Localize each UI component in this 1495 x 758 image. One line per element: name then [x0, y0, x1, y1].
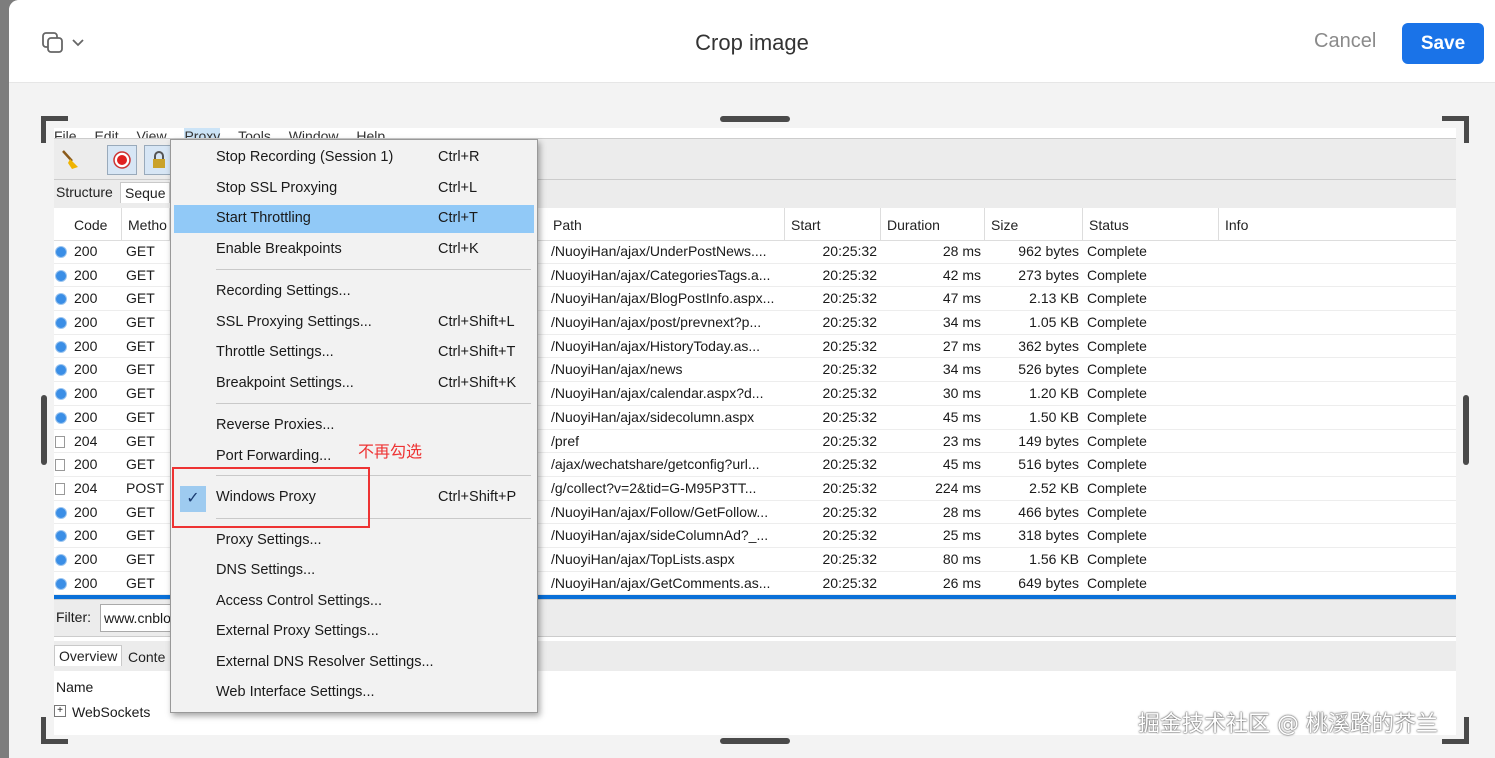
menu-item-stop-ssl-proxying[interactable]: Stop SSL Proxying Ctrl+L [174, 175, 534, 203]
menu-item-shortcut: Ctrl+R [438, 149, 480, 165]
watermark: 掘金技术社区 @ 桃溪路的芥兰 [1138, 712, 1438, 737]
crop-handle-top[interactable] [720, 116, 790, 122]
menu-item-label: Throttle Settings... [216, 344, 334, 360]
crop-handle-top-right[interactable] [1442, 116, 1469, 143]
menu-item-start-throttling[interactable]: Start Throttling Ctrl+T [174, 205, 534, 233]
save-button[interactable]: Save [1402, 23, 1484, 64]
menu-separator [216, 269, 531, 270]
menu-item-throttle-settings[interactable]: Throttle Settings... Ctrl+Shift+T [174, 339, 534, 367]
menu-item-label: Proxy Settings... [216, 532, 322, 548]
proxy-menu: Stop Recording (Session 1) Ctrl+R Stop SSL… [170, 139, 538, 713]
menu-item-proxy-settings[interactable]: Proxy Settings... [174, 527, 534, 555]
menu-item-label: Start Throttling [216, 210, 311, 226]
crop-handle-left[interactable] [41, 395, 47, 465]
crop-handle-right[interactable] [1463, 395, 1469, 465]
menu-item-label: External Proxy Settings... [216, 623, 379, 639]
menu-item-external-dns-resolver-settings[interactable]: External DNS Resolver Settings... [174, 649, 534, 677]
menu-item-shortcut: Ctrl+Shift+P [438, 489, 517, 505]
menu-item-label: Access Control Settings... [216, 593, 383, 609]
dialog-title: Crop image [695, 30, 809, 55]
menu-separator [216, 403, 531, 404]
crop-handle-bottom-right[interactable] [1442, 717, 1469, 744]
menu-item-shortcut: Ctrl+Shift+K [438, 375, 517, 391]
menu-item-dns-settings[interactable]: DNS Settings... [174, 557, 534, 585]
annotation-text: 不再勾选 [358, 442, 423, 461]
menu-item-recording-settings[interactable]: Recording Settings... [174, 278, 534, 306]
crop-handle-top-left[interactable] [41, 116, 68, 143]
menu-item-shortcut: Ctrl+T [438, 210, 478, 226]
cancel-button[interactable]: Cancel [1314, 30, 1376, 53]
menu-item-ssl-proxying-settings[interactable]: SSL Proxying Settings... Ctrl+Shift+L [174, 309, 534, 337]
menu-item-shortcut: Ctrl+Shift+L [438, 314, 515, 330]
menu-item-stop-recording-session-1[interactable]: Stop Recording (Session 1) Ctrl+R [174, 144, 534, 172]
menu-item-shortcut: Ctrl+K [438, 241, 479, 257]
menu-item-label: Recording Settings... [216, 283, 351, 299]
menu-item-shortcut: Ctrl+L [438, 180, 478, 196]
menu-item-external-proxy-settings[interactable]: External Proxy Settings... [174, 618, 534, 646]
menu-item-label: Port Forwarding... [216, 448, 332, 464]
menu-item-shortcut: Ctrl+Shift+T [438, 344, 516, 360]
menu-item-label: DNS Settings... [216, 562, 316, 578]
menu-item-web-interface-settings[interactable]: Web Interface Settings... [174, 679, 534, 707]
menu-item-access-control-settings[interactable]: Access Control Settings... [174, 588, 534, 616]
menu-item-label: Web Interface Settings... [216, 684, 375, 700]
crop-handle-bottom-left[interactable] [41, 717, 68, 744]
menu-item-label: External DNS Resolver Settings... [216, 654, 434, 670]
menu-item-label: Reverse Proxies... [216, 417, 335, 433]
menu-item-label: Enable Breakpoints [216, 241, 342, 257]
menu-item-label: Breakpoint Settings... [216, 375, 354, 391]
menu-item-label: Stop Recording (Session 1) [216, 149, 394, 165]
menu-item-reverse-proxies[interactable]: Reverse Proxies... [174, 412, 534, 440]
dialog-header: Crop image Cancel Save [9, 0, 1495, 83]
menu-item-label: SSL Proxying Settings... [216, 314, 372, 330]
menu-item-enable-breakpoints[interactable]: Enable Breakpoints Ctrl+K [174, 236, 534, 264]
menu-item-label: Stop SSL Proxying [216, 180, 338, 196]
menu-item-breakpoint-settings[interactable]: Breakpoint Settings... Ctrl+Shift+K [174, 370, 534, 398]
crop-handle-bottom[interactable] [720, 738, 790, 744]
annotation-box [172, 467, 370, 528]
